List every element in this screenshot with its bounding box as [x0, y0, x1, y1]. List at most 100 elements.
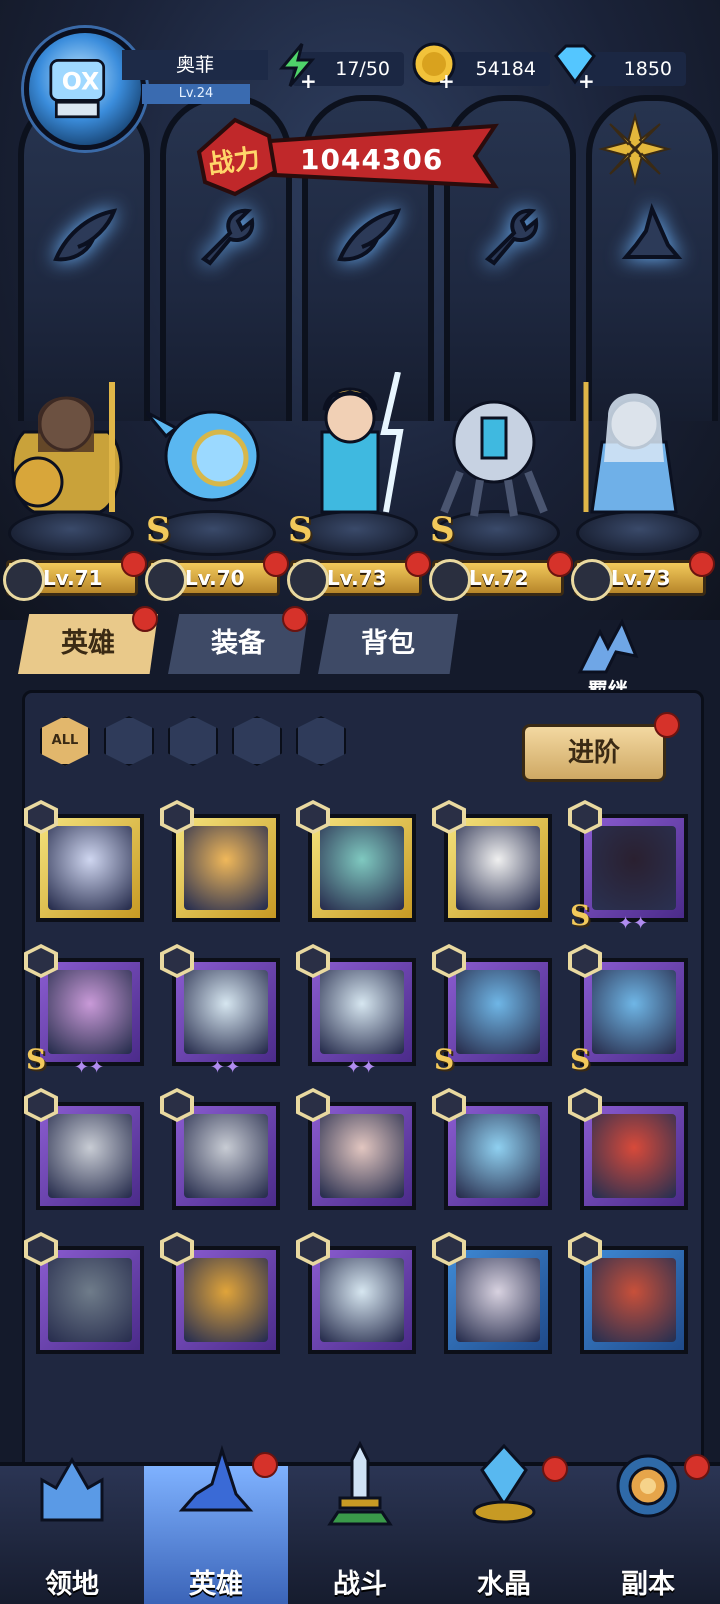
advance-button[interactable]: 进阶	[522, 724, 666, 782]
hero-card[interactable]	[296, 1232, 416, 1354]
energy-icon[interactable]: +	[272, 40, 322, 90]
team-hero-level[interactable]: Lv.73	[571, 551, 715, 601]
hero-portrait	[456, 1114, 540, 1198]
s-rank-badge: S	[570, 899, 591, 932]
svg-text:+: +	[578, 69, 595, 90]
class-filter-bar: ALL	[40, 716, 500, 766]
team-hero-level[interactable]: Lv.70	[145, 551, 289, 601]
nav-label: 英雄	[189, 1569, 243, 1600]
s-rank-badge: S	[434, 1043, 455, 1076]
team-hero-2[interactable]	[146, 372, 272, 522]
hat-icon	[621, 203, 683, 259]
wing-icon	[3, 559, 45, 601]
hero-portrait	[184, 970, 268, 1054]
team-hero-5[interactable]	[572, 372, 698, 522]
hero-card[interactable]	[24, 1088, 144, 1210]
hero-card[interactable]: ✦✦	[296, 944, 416, 1078]
nav-territory[interactable]: 领地	[0, 1456, 144, 1604]
team-hero-1[interactable]	[4, 372, 130, 522]
star-icon: ✦✦	[346, 1057, 377, 1078]
hero-card[interactable]	[24, 1232, 144, 1354]
hero-portrait	[456, 826, 540, 910]
hero-portrait	[320, 1114, 404, 1198]
level-text: Lv.72	[469, 566, 529, 590]
hero-card[interactable]	[568, 1088, 688, 1210]
flower-menu-icon[interactable]	[598, 112, 672, 186]
level-text: Lv.71	[43, 566, 103, 590]
s-rank-badge: S	[146, 510, 171, 550]
team-hero-level[interactable]: Lv.71	[3, 551, 147, 601]
hero-portrait	[48, 1114, 132, 1198]
hero-card[interactable]	[160, 800, 280, 922]
notification-dot	[542, 1456, 568, 1482]
hero-card[interactable]	[568, 1232, 688, 1354]
hero-card[interactable]: S ✦✦	[568, 800, 688, 934]
nav-crystal[interactable]: 水晶	[432, 1443, 576, 1604]
hero-portrait	[48, 1258, 132, 1342]
hero-card[interactable]	[24, 800, 144, 922]
hero-portrait	[320, 1258, 404, 1342]
notification-dot	[132, 606, 158, 632]
hero-portrait	[320, 970, 404, 1054]
bond-icon	[577, 618, 639, 674]
team-hero-4[interactable]	[430, 372, 556, 522]
filter-wrench-icon[interactable]	[232, 716, 282, 766]
s-rank-badge: S	[570, 1043, 591, 1076]
hero-card[interactable]	[160, 1088, 280, 1210]
svg-text:+: +	[300, 69, 317, 90]
hero-portrait	[184, 1114, 268, 1198]
robot-portrait-icon: OX	[49, 58, 106, 119]
team-hero-level[interactable]: Lv.72	[429, 551, 573, 601]
hero-card[interactable]	[296, 1088, 416, 1210]
hero-card[interactable]	[432, 1088, 552, 1210]
hero-card[interactable]	[160, 1232, 280, 1354]
nav-hero[interactable]: 英雄	[144, 1444, 288, 1604]
hero-card[interactable]	[432, 800, 552, 922]
notification-dot	[547, 551, 573, 577]
filter-all[interactable]: ALL	[40, 716, 90, 766]
portal-icon	[616, 1454, 680, 1518]
hero-portrait	[48, 826, 132, 910]
player-avatar[interactable]: OX	[24, 28, 146, 150]
wizard-hat-icon	[178, 1444, 254, 1512]
star-icon: ✦✦	[618, 913, 649, 934]
player-level: Lv.24	[142, 84, 250, 104]
filter-wing-icon[interactable]	[168, 716, 218, 766]
nav-dungeon[interactable]: 副本	[576, 1454, 720, 1604]
nav-battle[interactable]: 战斗	[288, 1440, 432, 1604]
hero-card[interactable]: S ✦✦	[24, 944, 144, 1078]
s-rank-badge: S	[288, 510, 313, 550]
hero-card[interactable]: S	[432, 944, 552, 1076]
notification-dot	[405, 551, 431, 577]
notification-dot	[689, 551, 715, 577]
hero-card[interactable]: S	[568, 944, 688, 1076]
filter-beast-icon[interactable]	[296, 716, 346, 766]
hero-card[interactable]	[432, 1232, 552, 1354]
crystal-icon	[472, 1443, 536, 1524]
star-icon: ✦✦	[74, 1057, 105, 1078]
filter-hat-icon[interactable]	[104, 716, 154, 766]
s-rank-badge: S	[26, 1043, 47, 1076]
wrench-icon	[145, 559, 187, 601]
sword-icon	[327, 1440, 393, 1526]
wrench-icon	[429, 559, 471, 601]
bottom-nav: 领地 英雄 战斗 水晶 副本	[0, 1440, 720, 1604]
s-rank-badge: S	[430, 510, 455, 550]
star-icon: ✦✦	[210, 1057, 241, 1078]
hero-portrait	[592, 826, 676, 910]
gold-coin-icon[interactable]: +	[410, 40, 460, 90]
wrench-icon	[484, 208, 539, 266]
player-name: 奥菲	[122, 50, 268, 80]
notification-dot	[263, 551, 289, 577]
tab-bag[interactable]: 背包	[318, 614, 458, 674]
team-hero-level[interactable]: Lv.73	[287, 551, 431, 601]
hero-portrait	[592, 970, 676, 1054]
notification-dot	[684, 1454, 710, 1480]
hero-portrait	[456, 1258, 540, 1342]
nav-label: 领地	[45, 1569, 99, 1600]
hero-card[interactable]: ✦✦	[160, 944, 280, 1078]
hero-card[interactable]	[296, 800, 416, 922]
diamond-icon[interactable]: +	[550, 40, 600, 90]
team-hero-3[interactable]	[288, 372, 414, 522]
svg-text:+: +	[438, 69, 455, 90]
